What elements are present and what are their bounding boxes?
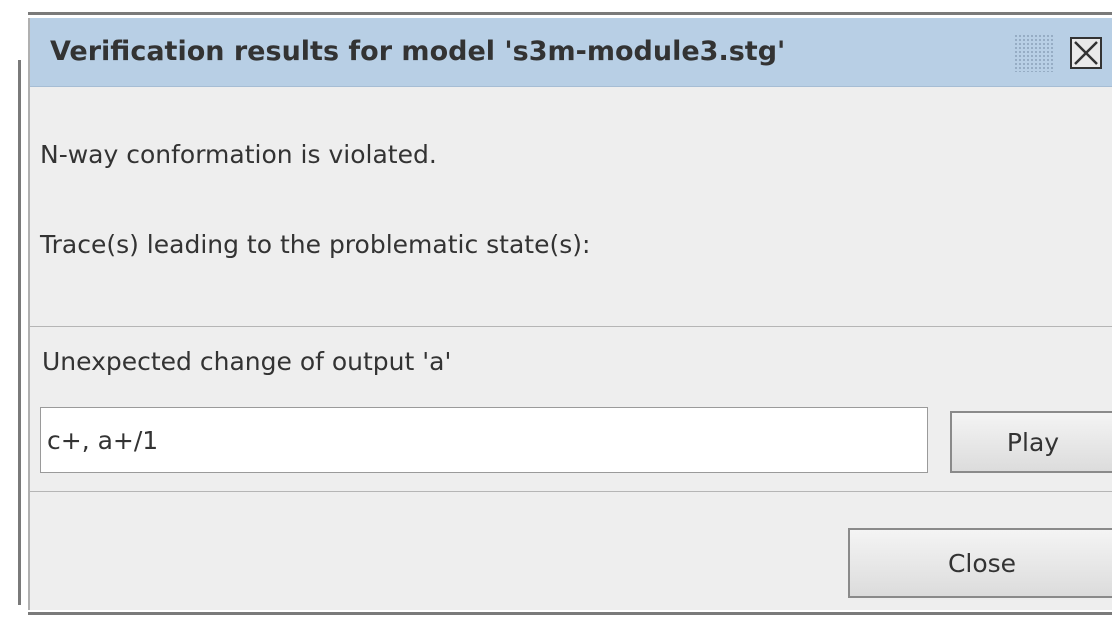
dialog-titlebar[interactable]: Verification results for model 's3m-modu… (30, 18, 1112, 87)
titlebar-grip-pattern (1014, 34, 1054, 72)
background-window-edge-top (28, 12, 1112, 15)
trace-field[interactable] (40, 407, 928, 473)
dialog-title: Verification results for model 's3m-modu… (50, 36, 786, 67)
verification-results-dialog: Verification results for model 's3m-modu… (28, 18, 1112, 610)
close-x-glyph (1074, 41, 1098, 65)
trace-intro-message: Trace(s) leading to the problematic stat… (40, 230, 591, 259)
close-button[interactable]: Close (848, 528, 1112, 598)
background-window-edge-left (18, 60, 21, 605)
trace-section: Unexpected change of output 'a' Play (30, 326, 1112, 492)
background-window-edge-bottom (28, 612, 1112, 615)
play-button[interactable]: Play (950, 411, 1112, 473)
close-x-icon[interactable] (1070, 37, 1102, 69)
violation-message: N-way conformation is violated. (40, 140, 437, 169)
trace-description-label: Unexpected change of output 'a' (42, 347, 452, 376)
